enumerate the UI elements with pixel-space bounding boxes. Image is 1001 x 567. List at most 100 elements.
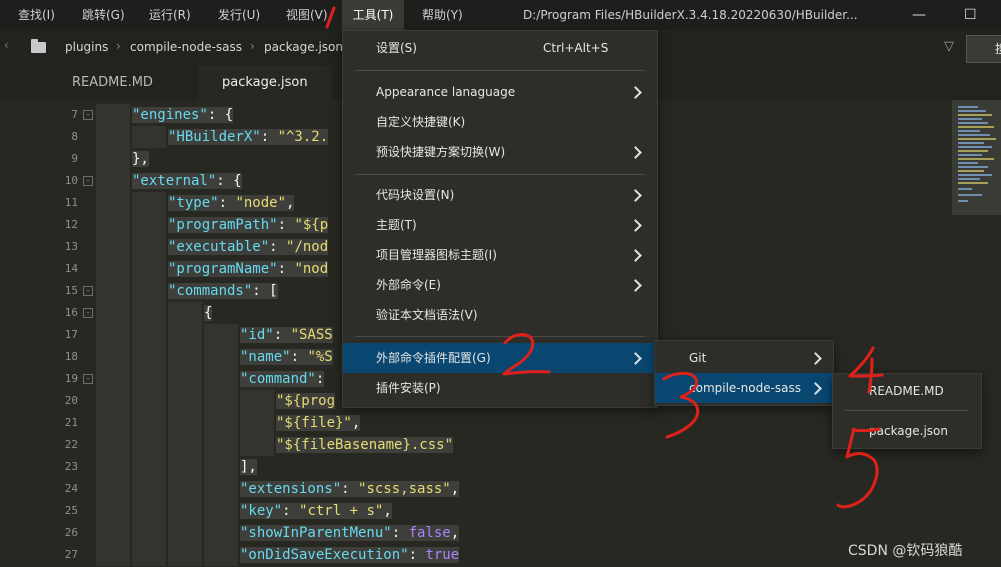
fold-toggle-icon[interactable]: -	[83, 176, 93, 186]
code-token: :	[391, 525, 409, 541]
code-line: "HBuilderX": "^3.2.	[96, 126, 329, 148]
fold-toggle-icon[interactable]: -	[83, 286, 93, 296]
menu-find[interactable]: 查找(I)	[16, 0, 57, 30]
code-token: "/nod	[286, 239, 329, 255]
code-token: "${p	[294, 217, 329, 233]
submenu-item-label: Git	[689, 351, 707, 365]
menu-item-shortcut-scheme[interactable]: 预设快捷键方案切换(W)	[343, 137, 657, 167]
menu-item-plugin-install[interactable]: 插件安装(P)	[343, 373, 657, 403]
tab-readme[interactable]: README.MD	[48, 66, 177, 100]
line-number: 24	[64, 482, 78, 495]
menu-item-label: 设置(S)	[376, 41, 417, 55]
chevron-right-icon	[809, 382, 822, 395]
fold-toggle-icon[interactable]: -	[83, 374, 93, 384]
menu-goto[interactable]: 跳转(G)	[80, 0, 127, 30]
menu-item-settings[interactable]: 设置(S) Ctrl+Alt+S	[343, 33, 657, 63]
chevron-right-icon	[629, 86, 642, 99]
chevron-right-icon: ›	[116, 39, 121, 53]
fold-toggle-icon[interactable]: -	[83, 110, 93, 120]
code-line: "${fileBasename}.css"	[96, 434, 454, 456]
code-line: "programName": "nod	[96, 258, 329, 280]
chevron-right-icon: ›	[250, 39, 255, 53]
menu-item-validate-syntax[interactable]: 验证本文档语法(V)	[343, 300, 657, 330]
line-number: 10	[64, 174, 78, 187]
submenu-item-readme[interactable]: README.MD	[833, 376, 981, 406]
breadcrumb-plugins[interactable]: plugins	[65, 40, 108, 54]
code-token: "command"	[240, 371, 316, 387]
folder-icon	[31, 39, 46, 53]
code-line: "${prog	[96, 390, 336, 412]
menu-item-plugin-config[interactable]: 外部命令插件配置(G)	[343, 343, 657, 373]
menu-item-theme[interactable]: 主题(T)	[343, 210, 657, 240]
code-token: :	[260, 129, 278, 145]
chevron-right-icon	[629, 352, 642, 365]
chevron-right-icon	[629, 279, 642, 292]
line-number: 14	[64, 262, 78, 275]
code-token: :	[315, 371, 325, 387]
code-token: "type"	[168, 195, 219, 211]
menu-help[interactable]: 帮助(Y)	[420, 0, 465, 30]
code-token: "name"	[240, 349, 291, 365]
line-number: 8	[71, 130, 78, 143]
chevron-right-icon	[629, 249, 642, 262]
filter-icon[interactable]: ▽	[944, 39, 954, 54]
code-token: false	[408, 525, 451, 541]
menu-item-snippets[interactable]: 代码块设置(N)	[343, 180, 657, 210]
line-number: 13	[64, 240, 78, 253]
code-token: },	[132, 151, 149, 167]
menu-item-custom-shortcuts[interactable]: 自定义快捷键(K)	[343, 107, 657, 137]
menu-item-external-commands[interactable]: 外部命令(E)	[343, 270, 657, 300]
submenu-item-label: README.MD	[869, 384, 944, 398]
breadcrumb-package-json[interactable]: package.json	[264, 40, 343, 54]
code-token: "commands"	[168, 283, 253, 299]
code-token: :	[277, 217, 295, 233]
breadcrumb-compile-node-sass[interactable]: compile-node-sass	[130, 40, 242, 54]
line-number: 19	[64, 372, 78, 385]
code-token: "SASS	[290, 327, 333, 343]
code-token: "^3.2.	[277, 129, 329, 145]
code-token: ,	[351, 415, 361, 431]
menu-item-shortcut: Ctrl+Alt+S	[543, 41, 609, 55]
submenu-item-label: compile-node-sass	[689, 381, 802, 395]
line-number-gutter: 7-8 9 10-11 12 13 14 15-16-17 18 19-20 21 22 23 24 25…	[0, 100, 95, 567]
code-token: ,	[450, 525, 460, 541]
code-token: : {	[207, 107, 234, 123]
menu-item-label: 外部命令(E)	[376, 278, 441, 292]
menu-item-appearance-language[interactable]: Appearance lanaguage	[343, 77, 657, 107]
tab-package-json[interactable]: package.json	[198, 66, 332, 100]
menu-divider	[845, 410, 969, 411]
code-token: true	[425, 547, 460, 563]
submenu-item-git[interactable]: Git	[655, 343, 833, 373]
line-number: 20	[64, 394, 78, 407]
code-token: "external"	[132, 173, 217, 189]
code-line: "external": {	[96, 170, 242, 192]
chevron-right-icon	[629, 146, 642, 159]
code-line: "engines": {	[96, 104, 234, 126]
search-button[interactable]: 搜	[966, 35, 1001, 63]
chevron-left-icon[interactable]: ‹	[4, 38, 9, 52]
code-token: "${file}"	[276, 415, 352, 431]
maximize-button[interactable]: ☐	[964, 0, 977, 30]
line-number: 21	[64, 416, 78, 429]
line-number: 15	[64, 284, 78, 297]
code-token: :	[290, 349, 308, 365]
code-token: "executable"	[168, 239, 270, 255]
code-token: ,	[383, 503, 392, 519]
menu-item-icon-theme[interactable]: 项目管理器图标主题(I)	[343, 240, 657, 270]
fold-toggle-icon[interactable]: -	[83, 308, 93, 318]
minimize-button[interactable]: —	[912, 0, 926, 30]
submenu-item-compile-node-sass[interactable]: compile-node-sass	[655, 373, 833, 403]
window-title: D:/Program Files/HBuilderX.3.4.18.202206…	[523, 8, 858, 22]
line-number: 11	[64, 196, 78, 209]
minimap[interactable]	[952, 100, 1001, 215]
code-line: "extensions": "scss,sass",	[96, 478, 460, 500]
menu-tools[interactable]: 工具(T)	[342, 0, 404, 30]
line-number: 27	[64, 548, 78, 561]
menu-publish[interactable]: 发行(U)	[216, 0, 262, 30]
code-line: "onDidSaveExecution": true	[96, 544, 460, 566]
code-token: :	[218, 195, 236, 211]
submenu-item-package-json[interactable]: package.json	[833, 416, 981, 446]
code-token: :	[269, 239, 287, 255]
menu-view[interactable]: 视图(V)	[284, 0, 330, 30]
menu-run[interactable]: 运行(R)	[147, 0, 193, 30]
